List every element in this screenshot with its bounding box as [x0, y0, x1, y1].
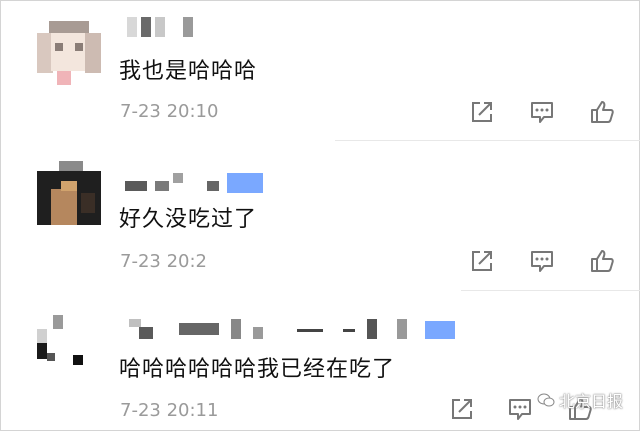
avatar[interactable] — [37, 161, 101, 225]
username-masked — [121, 17, 201, 37]
wechat-logo-icon — [537, 392, 555, 411]
comment-time: 7-23 20:11 — [120, 400, 219, 421]
share-icon[interactable] — [449, 396, 475, 422]
comment-time: 7-23 20:2 — [120, 251, 207, 272]
comment-text: 我也是哈哈哈 — [119, 59, 258, 84]
comment-icon[interactable] — [529, 248, 555, 274]
divider — [335, 140, 640, 141]
comment-text: 哈哈哈哈哈哈我已经在吃了 — [119, 357, 396, 382]
share-icon[interactable] — [469, 99, 495, 125]
share-icon[interactable] — [469, 248, 495, 274]
comment-time: 7-23 20:10 — [120, 101, 219, 122]
comments-panel: 我也是哈哈哈 7-23 20:10 好久没吃过了 7-23 20:2 哈哈哈哈哈… — [0, 0, 640, 431]
divider — [461, 290, 640, 291]
watermark: 北京日报 — [537, 388, 623, 412]
watermark-text: 北京日报 — [558, 392, 623, 411]
username-masked — [121, 173, 271, 193]
like-icon[interactable] — [589, 248, 615, 274]
comment-icon[interactable] — [507, 396, 533, 422]
like-icon[interactable] — [589, 99, 615, 125]
comment-icon[interactable] — [529, 99, 555, 125]
avatar[interactable] — [37, 21, 101, 85]
comment-text: 好久没吃过了 — [119, 207, 258, 232]
avatar[interactable] — [37, 315, 101, 379]
username-masked — [121, 319, 455, 339]
